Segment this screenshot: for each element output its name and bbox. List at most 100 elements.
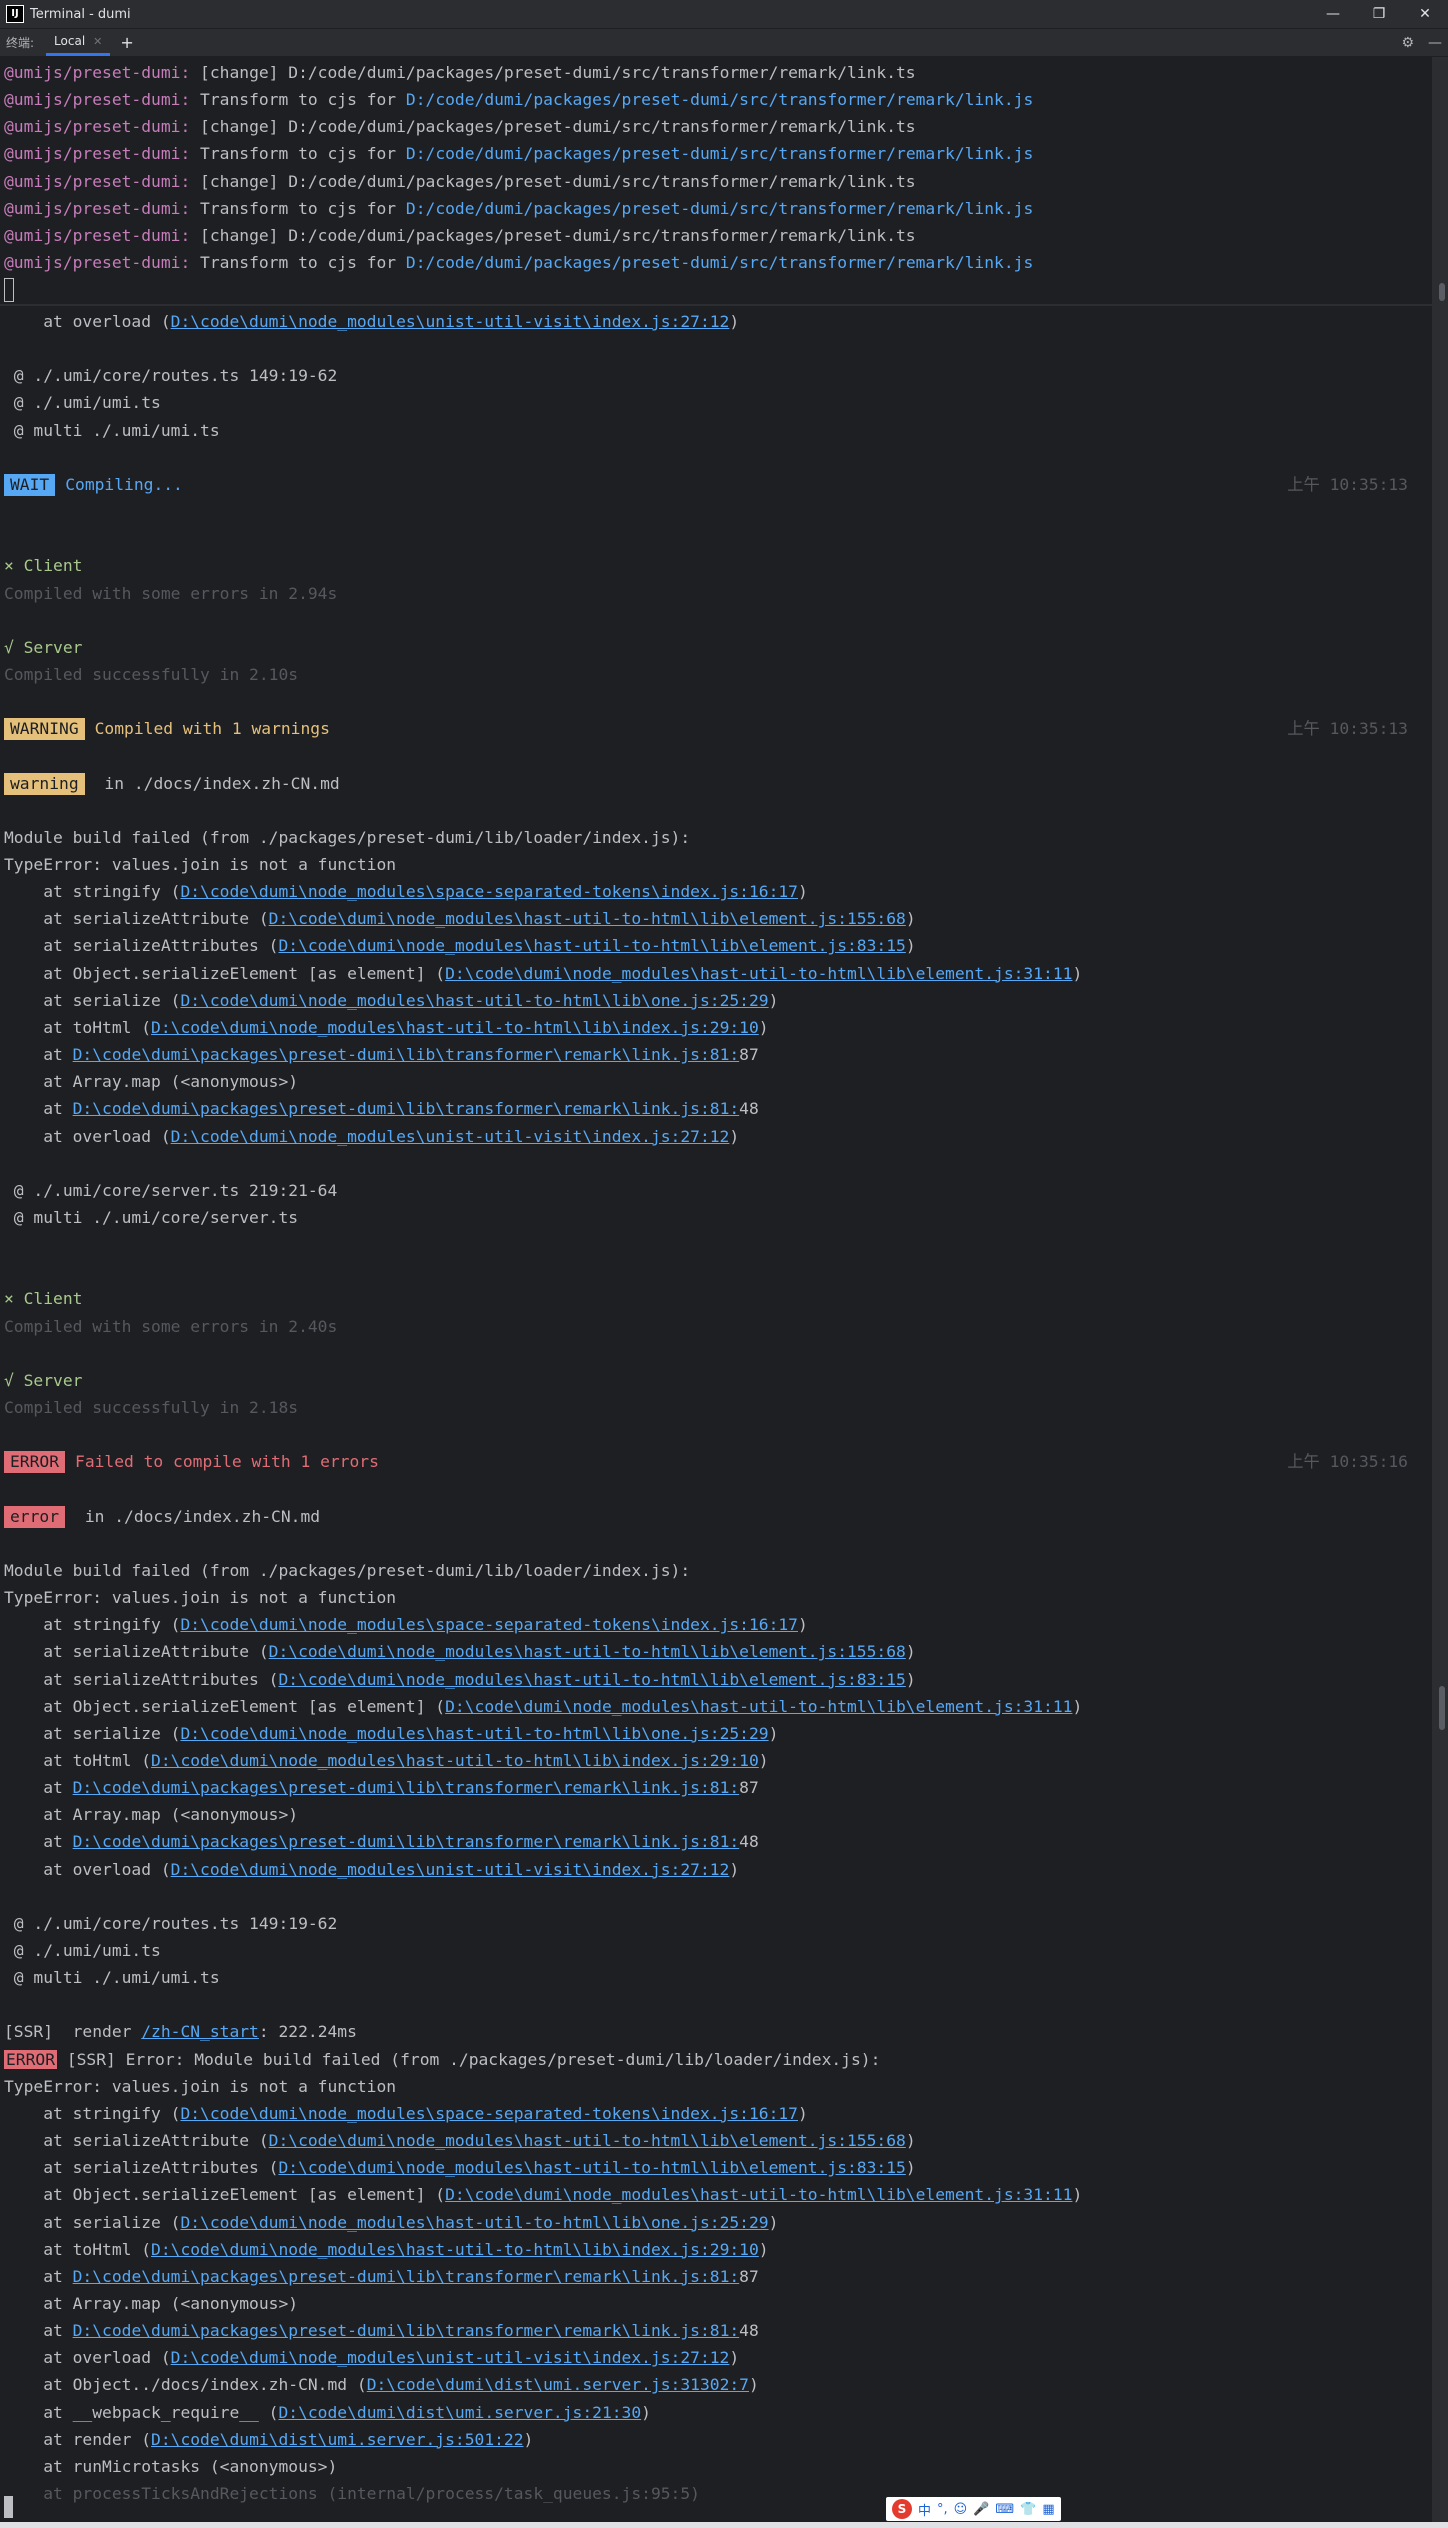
route-link[interactable]: /zh-CN_start bbox=[141, 2022, 259, 2041]
ime-punct-icon[interactable]: °, bbox=[937, 2502, 948, 2517]
terminal-tabbar: 终端: Local ✕ + ⚙ — bbox=[0, 29, 1448, 57]
stack-trace-line: at D:\code\dumi\packages\preset-dumi\lib… bbox=[4, 2317, 759, 2344]
file-link[interactable]: D:\code\dumi\packages\preset-dumi\lib\tr… bbox=[73, 1778, 740, 1797]
file-link[interactable]: D:\code\dumi\node_modules\hast-util-to-h… bbox=[269, 909, 906, 928]
file-link[interactable]: D:\code\dumi\node_modules\hast-util-to-h… bbox=[278, 2158, 905, 2177]
file-link[interactable]: D:\code\dumi\node_modules\hast-util-to-h… bbox=[151, 1751, 759, 1770]
scrollbar-thumb-top[interactable] bbox=[1439, 283, 1445, 301]
status-badge: WAIT bbox=[4, 473, 56, 496]
file-link[interactable]: D:\code\dumi\node_modules\hast-util-to-h… bbox=[269, 2131, 906, 2150]
stack-suffix: ) bbox=[758, 2239, 769, 2259]
status-badge: ERROR bbox=[4, 1451, 66, 1474]
file-link[interactable]: D:\code\dumi\node_modules\hast-util-to-h… bbox=[269, 1642, 906, 1661]
status-badge: error bbox=[4, 1505, 66, 1528]
file-link[interactable]: D:\code\dumi\node_modules\space-separate… bbox=[180, 1615, 798, 1634]
log-line: @umijs/preset-dumi: Transform to cjs for… bbox=[4, 140, 1033, 167]
file-link[interactable]: D:\code\dumi\node_modules\hast-util-to-h… bbox=[278, 1670, 905, 1689]
ssr-error-message: [SSR] Error: Module build failed (from .… bbox=[57, 2049, 881, 2069]
file-link[interactable]: D:\code\dumi\node_modules\hast-util-to-h… bbox=[180, 1724, 768, 1743]
file-link[interactable]: D:\code\dumi\node_modules\hast-util-to-h… bbox=[151, 1018, 759, 1037]
terminal-pane-main[interactable]: at overload (D:\code\dumi\node_modules\u… bbox=[0, 306, 1432, 2522]
stack-prefix: at overload ( bbox=[4, 1126, 171, 1146]
stack-suffix: 87 bbox=[739, 1778, 759, 1798]
file-link[interactable]: D:\code\dumi\packages\preset-dumi\lib\tr… bbox=[73, 1832, 740, 1851]
skin-icon[interactable]: 👕 bbox=[1020, 2502, 1036, 2517]
file-link[interactable]: D:\code\dumi\packages\preset-dumi\lib\tr… bbox=[73, 1099, 740, 1118]
file-link[interactable]: D:\code\dumi\node_modules\space-separate… bbox=[180, 882, 798, 901]
log-text: [change] D:/code/dumi/packages/preset-du… bbox=[190, 225, 916, 245]
log-text: Transform to cjs for bbox=[190, 198, 406, 218]
file-link[interactable]: D:\code\dumi\node_modules\unist-util-vis… bbox=[171, 312, 730, 331]
stack-suffix: ) bbox=[768, 1723, 779, 1743]
voice-icon[interactable]: 🎤 bbox=[973, 2502, 989, 2517]
tab-local[interactable]: Local ✕ bbox=[46, 29, 111, 56]
file-link[interactable]: D:\code\dumi\node_modules\hast-util-to-h… bbox=[445, 2185, 1072, 2204]
stack-trace-line: at Array.map (<anonymous>) bbox=[4, 2290, 298, 2317]
stack-prefix: at stringify ( bbox=[4, 882, 181, 902]
log-text: Transform to cjs for bbox=[190, 144, 406, 164]
stack-suffix: ) bbox=[1072, 2185, 1083, 2205]
stack-prefix: at bbox=[4, 2266, 73, 2286]
stack-suffix: ) bbox=[748, 2375, 759, 2395]
file-link[interactable]: D:\code\dumi\node_modules\hast-util-to-h… bbox=[151, 2240, 759, 2259]
stack-prefix: at serializeAttribute ( bbox=[4, 909, 269, 929]
file-link[interactable]: D:\code\dumi\node_modules\hast-util-to-h… bbox=[180, 2213, 768, 2232]
scrollbar-main[interactable] bbox=[1432, 306, 1448, 2522]
file-link[interactable]: D:\code\dumi\packages\preset-dumi\lib\tr… bbox=[73, 2321, 740, 2340]
emoji-icon[interactable]: ☺ bbox=[954, 2502, 968, 2517]
file-link[interactable]: D:\code\dumi\node_modules\space-separate… bbox=[180, 2104, 798, 2123]
file-link[interactable]: D:\code\dumi\node_modules\hast-util-to-h… bbox=[445, 964, 1072, 983]
file-link[interactable]: D:\code\dumi\node_modules\hast-util-to-h… bbox=[445, 1697, 1072, 1716]
type-error-line: TypeError: values.join is not a function bbox=[4, 1588, 397, 1608]
stack-prefix: at runMicrotasks (<anonymous>) bbox=[4, 2456, 338, 2476]
ssr-render-time: : 222.24ms bbox=[258, 2022, 357, 2042]
file-path-link[interactable]: D:/code/dumi/packages/preset-dumi/src/tr… bbox=[406, 90, 1033, 109]
toolbox-icon[interactable]: ▦ bbox=[1042, 2502, 1054, 2517]
stack-suffix: 48 bbox=[739, 1099, 759, 1119]
file-link[interactable]: D:\code\dumi\node_modules\hast-util-to-h… bbox=[180, 991, 768, 1010]
file-link[interactable]: D:\code\dumi\packages\preset-dumi\lib\tr… bbox=[73, 2267, 740, 2286]
status-badge: WARNING bbox=[4, 718, 85, 741]
log-line: @umijs/preset-dumi: Transform to cjs for… bbox=[4, 86, 1033, 113]
terminal-pane-top[interactable]: @umijs/preset-dumi: [change] D:/code/dum… bbox=[0, 57, 1432, 304]
stack-trace-line: at render (D:\code\dumi\dist\umi.server.… bbox=[4, 2426, 533, 2453]
file-link[interactable]: D:\code\dumi\dist\umi.server.js:31302:7 bbox=[367, 2375, 749, 2394]
stack-trace-line: at serializeAttributes (D:\code\dumi\nod… bbox=[4, 1666, 915, 1693]
add-tab-icon[interactable]: + bbox=[120, 33, 133, 52]
file-path-link[interactable]: D:/code/dumi/packages/preset-dumi/src/tr… bbox=[406, 199, 1033, 218]
status-message: Compiling... bbox=[65, 474, 183, 494]
gear-icon[interactable]: ⚙ bbox=[1401, 35, 1414, 51]
file-link[interactable]: D:\code\dumi\dist\umi.server.js:21:30 bbox=[278, 2403, 641, 2422]
module-build-line: Module build failed (from ./packages/pre… bbox=[4, 827, 691, 847]
ssr-render-line: [SSR] render /zh-CN_start: 222.24ms bbox=[4, 2018, 357, 2045]
file-link[interactable]: D:\code\dumi\node_modules\unist-util-vis… bbox=[171, 1860, 730, 1879]
stack-trace-line: at stringify (D:\code\dumi\node_modules\… bbox=[4, 2100, 808, 2127]
file-link[interactable]: D:\code\dumi\node_modules\hast-util-to-h… bbox=[278, 936, 905, 955]
keyboard-icon[interactable]: ⌨ bbox=[995, 2502, 1014, 2517]
ime-mode-label[interactable]: 中 bbox=[918, 2500, 931, 2519]
minimize-button[interactable]: — bbox=[1310, 0, 1356, 28]
close-tab-icon[interactable]: ✕ bbox=[93, 35, 102, 48]
file-link[interactable]: D:\code\dumi\node_modules\unist-util-vis… bbox=[171, 2348, 730, 2367]
file-link[interactable]: D:\code\dumi\packages\preset-dumi\lib\tr… bbox=[73, 1045, 740, 1064]
restore-button[interactable]: ❐ bbox=[1356, 0, 1402, 28]
scrollbar-top[interactable] bbox=[1432, 57, 1448, 304]
hide-panel-icon[interactable]: — bbox=[1428, 35, 1442, 51]
file-path-link[interactable]: D:/code/dumi/packages/preset-dumi/src/tr… bbox=[406, 144, 1033, 163]
log-text: Transform to cjs for bbox=[190, 253, 406, 273]
ime-toolbar[interactable]: S 中 °, ☺ 🎤 ⌨ 👕 ▦ bbox=[886, 2497, 1061, 2521]
close-button[interactable]: ✕ bbox=[1402, 0, 1448, 28]
log-line: @umijs/preset-dumi: [change] D:/code/dum… bbox=[4, 113, 916, 140]
package-name: @umijs/preset-dumi: bbox=[4, 225, 191, 245]
stack-prefix: at overload ( bbox=[4, 2348, 171, 2368]
module-ref-line: @ ./.umi/core/routes.ts 149:19-62 bbox=[4, 1913, 338, 1933]
server-status-detail: Compiled successfully in 2.18s bbox=[4, 1398, 299, 1417]
stack-trace-line: at Array.map (<anonymous>) bbox=[4, 1801, 298, 1828]
file-link[interactable]: D:\code\dumi\node_modules\unist-util-vis… bbox=[171, 1127, 730, 1146]
file-path-link[interactable]: D:/code/dumi/packages/preset-dumi/src/tr… bbox=[406, 253, 1033, 272]
timestamp: 上午 10:35:13 bbox=[1287, 474, 1408, 494]
log-line: @umijs/preset-dumi: [change] D:/code/dum… bbox=[4, 59, 916, 86]
scrollbar-thumb-main[interactable] bbox=[1439, 1686, 1445, 1730]
stack-suffix: ) bbox=[523, 2429, 534, 2449]
file-link[interactable]: D:\code\dumi\dist\umi.server.js:501:22 bbox=[151, 2430, 523, 2449]
